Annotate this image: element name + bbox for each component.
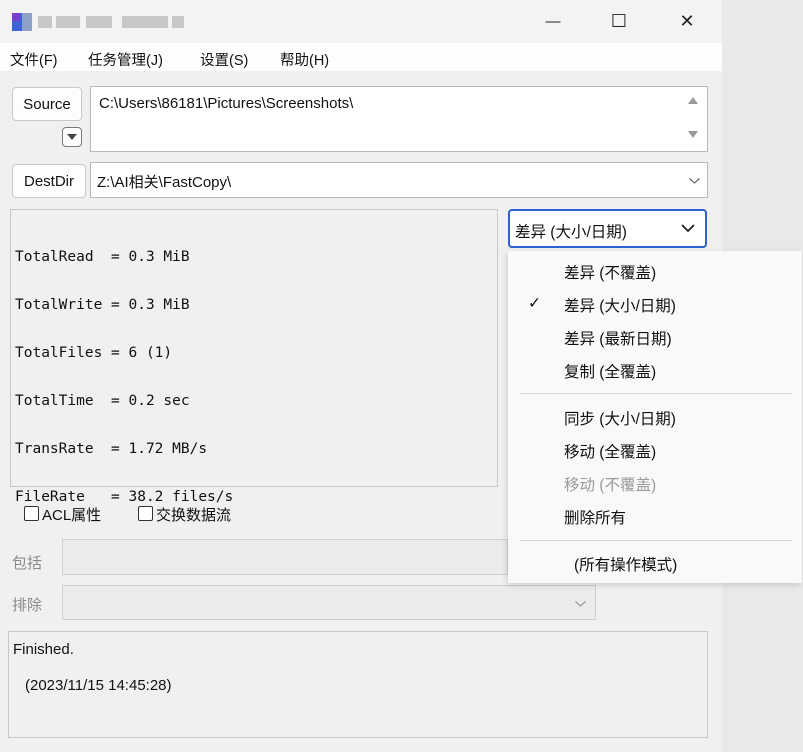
stat-file-rate: FileRate = 38.2 files/s (15, 489, 234, 505)
check-icon: ✓ (528, 295, 541, 312)
minimize-icon: — (545, 13, 561, 30)
maximize-button[interactable]: ☐ (596, 0, 642, 43)
status-timestamp: (2023/11/15 14:45:28) (25, 677, 172, 694)
include-label: 包括 (12, 555, 43, 572)
stat-total-read: TotalRead = 0.3 MiB (15, 249, 190, 265)
dest-path-text: Z:\AI相关\FastCopy\ (97, 174, 232, 191)
dest-path-combobox[interactable]: Z:\AI相关\FastCopy\ (90, 162, 708, 198)
menu-help[interactable]: 帮助(H) (280, 49, 329, 70)
stats-panel: TotalRead = 0.3 MiB TotalWrite = 0.3 MiB… (10, 209, 498, 505)
mode-option-label: 移动 (不覆盖) (564, 477, 657, 494)
mode-option[interactable]: 移动 (全覆盖) (508, 434, 802, 467)
chevron-down-icon (681, 224, 695, 232)
mode-option-label: 同步 (大小/日期) (564, 411, 676, 428)
stream-label: 交换数据流 (156, 507, 232, 524)
status-text: Finished. (13, 641, 74, 658)
stats-text: TotalRead = 0.3 MiB TotalWrite = 0.3 MiB… (15, 217, 233, 537)
blurred-title (172, 16, 184, 28)
include-filter-input[interactable] (62, 539, 508, 575)
mode-option-selected[interactable]: ✓ 差异 (大小/日期) (508, 288, 802, 321)
menu-job-management[interactable]: 任务管理(J) (88, 49, 163, 70)
source-button[interactable]: Source (12, 87, 82, 121)
scroll-up-icon[interactable] (688, 97, 698, 104)
menu-settings[interactable]: 设置(S) (200, 49, 248, 70)
close-icon: ✕ (679, 11, 695, 31)
minimize-button[interactable]: — (530, 0, 576, 43)
blurred-title (56, 16, 80, 28)
stat-trans-rate: TransRate = 1.72 MB/s (15, 441, 208, 457)
mode-option[interactable]: 差异 (不覆盖) (508, 255, 802, 288)
menu-separator (520, 393, 792, 394)
destdir-button-label: DestDir (23, 172, 74, 190)
stat-total-time: TotalTime = 0.2 sec (15, 393, 190, 409)
blurred-title (122, 16, 168, 28)
destdir-button[interactable]: DestDir (12, 164, 86, 198)
mode-select[interactable]: 差异 (大小/日期) (508, 209, 707, 248)
menu-bar: 文件(F) 任务管理(J) 设置(S) 帮助(H) (0, 43, 722, 71)
acl-checkbox[interactable] (24, 506, 39, 521)
exclude-filter-combobox[interactable] (62, 585, 596, 620)
blurred-title (86, 16, 112, 28)
stat-total-files: TotalFiles = 6 (1) (15, 345, 173, 361)
mode-option-label: 差异 (不覆盖) (564, 265, 657, 282)
source-path-input[interactable]: C:\Users\86181\Pictures\Screenshots\ (90, 86, 708, 152)
mode-option-label: 删除所有 (564, 510, 627, 527)
mode-option[interactable]: 删除所有 (508, 500, 802, 533)
source-path-text: C:\Users\86181\Pictures\Screenshots\ (99, 95, 354, 112)
source-button-label: Source (23, 95, 71, 113)
mode-option[interactable]: 复制 (全覆盖) (508, 354, 802, 387)
mode-option[interactable]: (所有操作模式) (508, 547, 802, 580)
mode-option[interactable]: 差异 (最新日期) (508, 321, 802, 354)
chevron-down-icon (689, 178, 700, 184)
source-history-button[interactable] (62, 127, 82, 147)
menu-file[interactable]: 文件(F) (10, 49, 58, 70)
acl-label: ACL属性 (42, 507, 102, 524)
mode-dropdown-list: 差异 (不覆盖) ✓ 差异 (大小/日期) 差异 (最新日期) 复制 (全覆盖)… (508, 251, 802, 583)
mode-option-label: 移动 (全覆盖) (564, 444, 657, 461)
mode-select-value: 差异 (大小/日期) (515, 224, 627, 241)
scroll-down-icon[interactable] (688, 131, 698, 138)
mode-option-label: 复制 (全覆盖) (564, 364, 657, 381)
dropdown-arrow-icon (67, 134, 77, 140)
mode-option[interactable]: 同步 (大小/日期) (508, 401, 802, 434)
chevron-down-icon (575, 601, 586, 607)
status-panel: Finished. (2023/11/15 14:45:28) (8, 631, 708, 738)
mode-option-label: 差异 (大小/日期) (564, 298, 676, 315)
stat-total-write: TotalWrite = 0.3 MiB (15, 297, 190, 313)
menu-separator (520, 540, 792, 541)
close-button[interactable]: ✕ (664, 0, 710, 43)
blurred-title (38, 16, 52, 28)
maximize-icon: ☐ (610, 11, 628, 31)
mode-option-disabled: 移动 (不覆盖) (508, 467, 802, 500)
exclude-label: 排除 (12, 597, 43, 614)
mode-option-label: 差异 (最新日期) (564, 331, 672, 348)
mode-option-label: (所有操作模式) (574, 557, 678, 574)
title-bar[interactable]: — ☐ ✕ (0, 0, 722, 43)
app-icon (12, 13, 32, 31)
stream-checkbox[interactable] (138, 506, 153, 521)
